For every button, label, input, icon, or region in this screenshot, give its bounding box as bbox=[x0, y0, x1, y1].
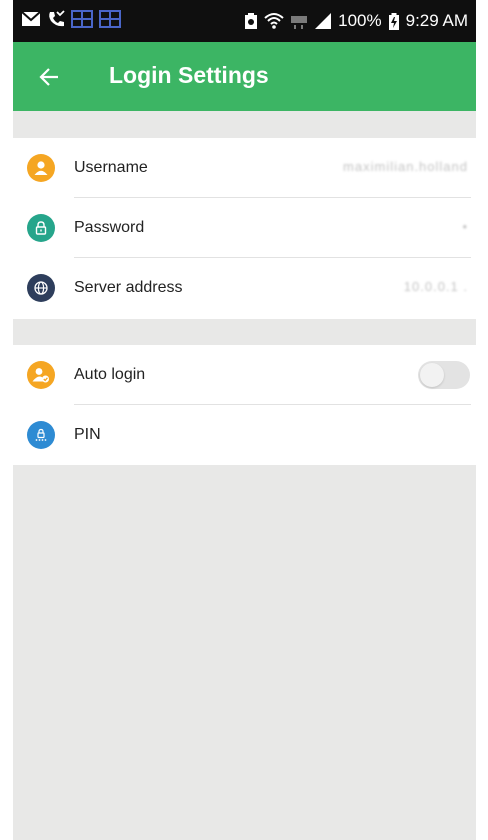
app-bar: Login Settings bbox=[13, 42, 476, 111]
battery-saver-icon bbox=[245, 13, 258, 29]
auto-login-toggle[interactable] bbox=[418, 361, 470, 389]
battery-icon bbox=[388, 13, 399, 30]
auto-login-user-icon bbox=[27, 361, 55, 389]
lock-icon bbox=[27, 214, 55, 242]
mail-icon bbox=[21, 11, 41, 26]
app-notification-icon bbox=[71, 10, 93, 28]
wifi-icon bbox=[264, 13, 284, 29]
auto-login-row: Auto login bbox=[13, 345, 476, 405]
battery-percent: 100% bbox=[338, 11, 382, 30]
pin-lock-icon bbox=[27, 421, 55, 449]
username-label: Username bbox=[74, 159, 148, 176]
arrow-left-icon bbox=[39, 68, 58, 86]
password-value: • bbox=[462, 219, 468, 234]
status-left-icons bbox=[21, 10, 121, 28]
username-row[interactable]: Username maximilian.holland bbox=[13, 138, 476, 198]
app-notification-icon bbox=[99, 10, 121, 28]
globe-icon bbox=[27, 274, 55, 302]
status-right-icons: 100% 9:29 AM bbox=[244, 11, 468, 31]
server-address-value: 10.0.0.1 . bbox=[403, 279, 468, 294]
account-settings-section: Username maximilian.holland Password • S… bbox=[13, 138, 476, 319]
password-label: Password bbox=[74, 219, 145, 236]
pin-row[interactable]: PIN bbox=[13, 405, 476, 465]
user-icon bbox=[27, 154, 55, 182]
signal-icon bbox=[315, 13, 332, 29]
password-row[interactable]: Password • bbox=[13, 198, 476, 258]
lte-icon bbox=[291, 16, 308, 29]
back-button[interactable] bbox=[31, 59, 67, 95]
missed-call-icon bbox=[49, 10, 65, 27]
login-options-section: Auto login PIN bbox=[13, 345, 476, 465]
page-title: Login Settings bbox=[109, 62, 269, 88]
server-address-label: Server address bbox=[74, 279, 183, 296]
server-address-row[interactable]: Server address 10.0.0.1 . bbox=[13, 258, 476, 318]
auto-login-label: Auto login bbox=[74, 366, 146, 383]
pin-label: PIN bbox=[74, 426, 101, 443]
status-bar: 100% 9:29 AM bbox=[13, 0, 476, 42]
phone-screen: 100% 9:29 AM Login Settings Username max… bbox=[13, 0, 476, 840]
toggle-knob bbox=[420, 363, 444, 387]
status-time: 9:29 AM bbox=[405, 11, 468, 30]
username-value: maximilian.holland bbox=[343, 159, 468, 174]
